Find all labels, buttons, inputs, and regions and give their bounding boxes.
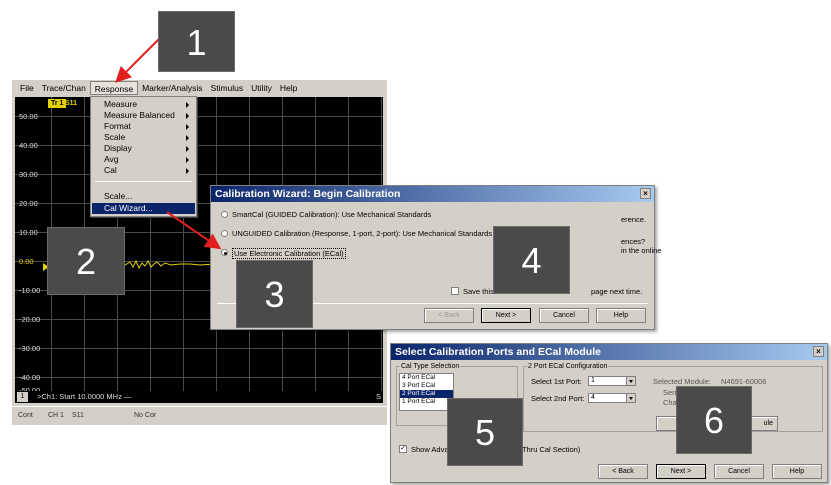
step-badge-3: 3 bbox=[236, 260, 313, 328]
step-badge-2: 2 bbox=[47, 227, 125, 295]
step-badge-4: 4 bbox=[493, 226, 570, 294]
step-badge-6: 6 bbox=[676, 386, 752, 454]
step-badge-5: 5 bbox=[447, 398, 523, 466]
arrow-to-ecal-option bbox=[166, 211, 222, 250]
arrow-to-response-menu bbox=[115, 37, 161, 83]
step-badge-1: 1 bbox=[158, 11, 235, 72]
